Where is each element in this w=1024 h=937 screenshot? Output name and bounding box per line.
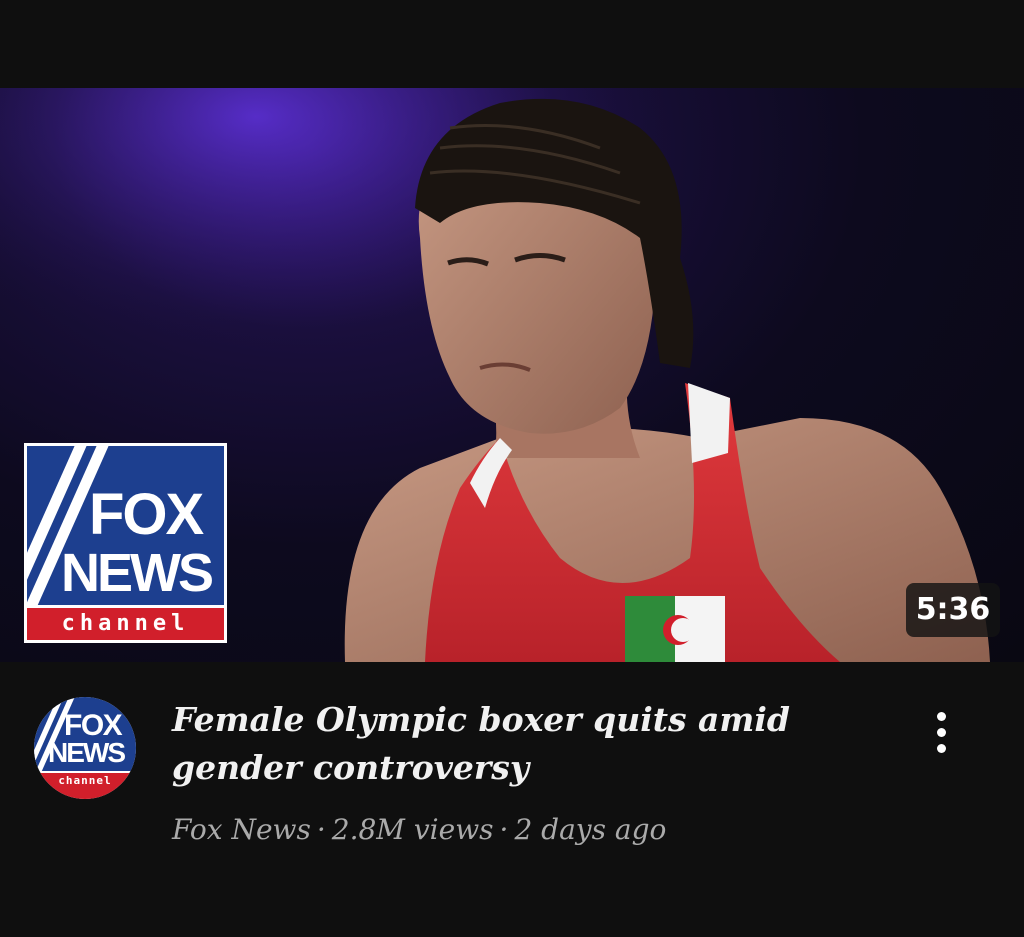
meta-separator: · <box>499 813 509 846</box>
logo-channel-text: channel <box>27 608 224 640</box>
meta-separator: · <box>316 813 326 846</box>
logo-news-text: NEWS <box>61 543 214 603</box>
top-bar <box>0 0 1024 88</box>
view-count: 2.8M views <box>331 813 494 846</box>
video-metadata: Fox News · 2.8M views · 2 days ago <box>172 810 666 850</box>
channel-avatar[interactable]: FOX NEWS channel <box>34 697 136 799</box>
avatar-blue-panel: FOX NEWS <box>34 697 136 771</box>
duration-badge: 5:36 <box>906 583 1000 637</box>
channel-name[interactable]: Fox News <box>172 813 311 846</box>
more-options-button[interactable] <box>920 700 964 764</box>
avatar-channel-text: channel <box>34 773 136 799</box>
video-thumbnail[interactable]: FOX NEWS channel 5:36 <box>0 88 1024 662</box>
video-title[interactable]: Female Olympic boxer quits amid gender c… <box>172 696 872 792</box>
avatar-news-text: NEWS <box>48 737 126 768</box>
upload-age: 2 days ago <box>514 813 667 846</box>
logo-blue-panel: FOX NEWS <box>27 446 224 605</box>
logo-fox-text: FOX <box>89 482 204 547</box>
fox-news-logo: FOX NEWS channel <box>24 443 227 643</box>
